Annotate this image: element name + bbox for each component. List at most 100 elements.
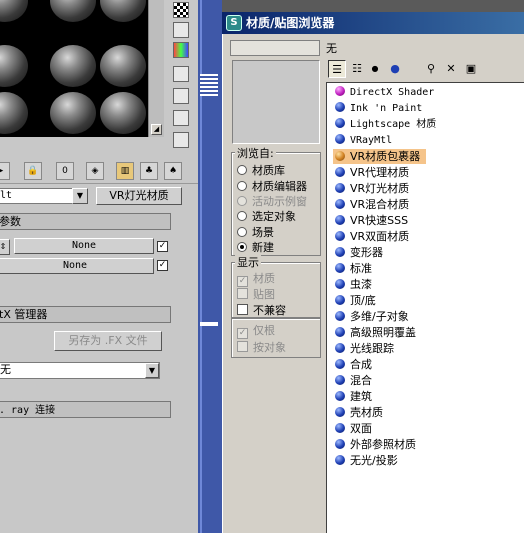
option-label: 按对象 (253, 341, 286, 354)
put-to-library-icon[interactable]: 🔒 (24, 162, 42, 180)
sample-slot[interactable] (0, 92, 28, 134)
list-item[interactable]: 无光/投影 (335, 453, 398, 468)
list-item[interactable]: 虫漆 (335, 277, 372, 292)
list-item[interactable]: Lightscape 材质 (335, 117, 436, 132)
material-sphere-icon (335, 263, 345, 273)
chevron-down-icon[interactable]: ▼ (145, 363, 159, 378)
sample-slot[interactable] (100, 92, 146, 134)
go-to-parent-icon[interactable]: ♣ (140, 162, 158, 180)
material-effects-icon[interactable]: 0 (56, 162, 74, 180)
list-item[interactable]: 混合 (335, 373, 372, 388)
material-sphere-icon (335, 151, 345, 161)
background-checker-icon[interactable] (173, 2, 189, 18)
options-icon[interactable] (173, 88, 189, 104)
sample-slot[interactable] (0, 0, 28, 22)
update-scene-materials-icon[interactable]: ⚲ (422, 60, 440, 78)
list-item[interactable]: VRayMtl (335, 133, 392, 148)
name-dropdown-arrow[interactable]: ▼ (72, 188, 88, 204)
sample-slot[interactable] (100, 0, 146, 22)
list-item-label: VR快速SSS (350, 214, 409, 227)
material-navigator-icon[interactable] (173, 132, 189, 148)
map-slot-button-1[interactable]: None (14, 238, 154, 254)
list-item[interactable]: 合成 (335, 357, 372, 372)
make-preview-icon[interactable] (173, 66, 189, 82)
material-sphere-icon (335, 439, 345, 449)
sample-slot[interactable] (50, 92, 96, 134)
list-item[interactable]: 双面 (335, 421, 372, 436)
ray-connection-rollout[interactable]: . ray 连接 (0, 401, 171, 418)
go-forward-sibling-icon[interactable]: ♠ (164, 162, 182, 180)
show-maps-checkbox[interactable]: 贴图 (237, 286, 275, 302)
list-item-label: Ink 'n Paint (350, 103, 423, 114)
list-item[interactable]: 多维/子对象 (335, 309, 409, 324)
view-small-icons-icon[interactable]: ● (366, 60, 384, 78)
browse-option-scene[interactable]: 场景 (237, 224, 274, 240)
list-item-selected[interactable]: VR材质包裹器 (333, 149, 427, 164)
sample-slot[interactable] (50, 45, 96, 87)
list-item[interactable]: 光线跟踪 (335, 341, 394, 356)
splitter-handle-icon[interactable] (200, 74, 218, 96)
list-item[interactable]: VR混合材质 (335, 197, 409, 212)
technique-dropdown[interactable]: 无 (0, 362, 160, 379)
sample-slot[interactable] (100, 45, 146, 87)
show-end-result-icon[interactable]: ▥ (116, 162, 134, 180)
show-incompatible-checkbox[interactable]: 不兼容 (237, 302, 286, 318)
list-item[interactable]: Ink 'n Paint (335, 101, 422, 116)
spinner-icon[interactable]: ⇕ (0, 239, 10, 255)
map-enable-checkbox-2[interactable]: ✓ (157, 260, 168, 271)
view-list-icon[interactable]: ☰ (328, 60, 346, 78)
material-list[interactable]: DirectX Shader Ink 'n Paint Lightscape 材… (326, 82, 524, 533)
backlight-icon[interactable] (173, 22, 189, 38)
list-item[interactable]: 高级照明覆盖 (335, 325, 416, 340)
map-enable-checkbox-1[interactable]: ✓ (157, 241, 168, 252)
option-label: 仅根 (253, 324, 275, 337)
dialog-titlebar[interactable]: 材质/贴图浏览器 (222, 12, 524, 34)
list-item[interactable]: 建筑 (335, 389, 372, 404)
params-rollout[interactable]: 参数 (0, 213, 171, 230)
list-item[interactable]: VR双面材质 (335, 229, 409, 244)
list-item[interactable]: 壳材质 (335, 405, 383, 420)
list-item-label: 双面 (350, 422, 372, 435)
list-item[interactable]: 顶/底 (335, 293, 376, 308)
list-item[interactable]: VR灯光材质 (335, 181, 409, 196)
view-list-icons-icon[interactable]: ☷ (348, 60, 366, 78)
browse-option-active-slot[interactable]: 活动示例窗 (237, 193, 307, 209)
fx-manager-rollout[interactable]: tX 管理器 (0, 306, 171, 323)
view-large-icons-icon[interactable]: ● (386, 60, 404, 78)
fx-manager-label: tX 管理器 (0, 308, 48, 321)
save-fx-file-button[interactable]: 另存为 .FX 文件 (54, 331, 162, 351)
sample-slot[interactable] (0, 45, 28, 87)
list-item[interactable]: DirectX Shader (335, 85, 434, 100)
color-check-icon[interactable] (173, 42, 189, 58)
by-object-checkbox[interactable]: 按对象 (237, 339, 286, 355)
clear-library-icon[interactable]: ▣ (462, 60, 480, 78)
material-preview (232, 60, 320, 144)
option-label: 新建 (252, 241, 274, 254)
browse-option-material-editor[interactable]: 材质编辑器 (237, 178, 307, 194)
list-item[interactable]: 外部参照材质 (335, 437, 416, 452)
scroll-down-icon[interactable]: ◢ (151, 124, 162, 135)
browse-option-selected-objects[interactable]: 选定对象 (237, 208, 296, 224)
show-map-icon[interactable]: ◈ (86, 162, 104, 180)
material-sphere-icon (335, 183, 345, 193)
root-only-checkbox[interactable]: ✓ 仅根 (237, 322, 275, 339)
list-item[interactable]: 变形器 (335, 245, 383, 260)
browser-name-field[interactable] (230, 40, 320, 56)
map-slot-button-2[interactable]: None (0, 258, 154, 274)
sample-grid-scrollbar[interactable]: ◢ (148, 0, 164, 137)
sample-slot[interactable] (50, 0, 96, 22)
dialog-title: 材质/贴图浏览器 (246, 16, 335, 30)
material-sphere-icon (335, 311, 345, 321)
material-type-button[interactable]: VR灯光材质 (96, 187, 182, 205)
list-item[interactable]: VR代理材质 (335, 165, 409, 180)
select-by-material-icon[interactable] (173, 110, 189, 126)
app-icon: S (226, 15, 242, 31)
list-item[interactable]: 标准 (335, 261, 372, 276)
browse-option-material-library[interactable]: 材质库 (237, 162, 285, 178)
show-materials-checkbox[interactable]: ✓ 材质 (237, 270, 275, 287)
delete-icon[interactable]: ✕ (442, 60, 460, 78)
get-material-icon[interactable]: ▸ (0, 162, 10, 180)
list-item[interactable]: VR快速SSS (335, 213, 408, 228)
list-item-label: 虫漆 (350, 278, 372, 291)
browse-option-new[interactable]: 新建 (237, 239, 274, 255)
